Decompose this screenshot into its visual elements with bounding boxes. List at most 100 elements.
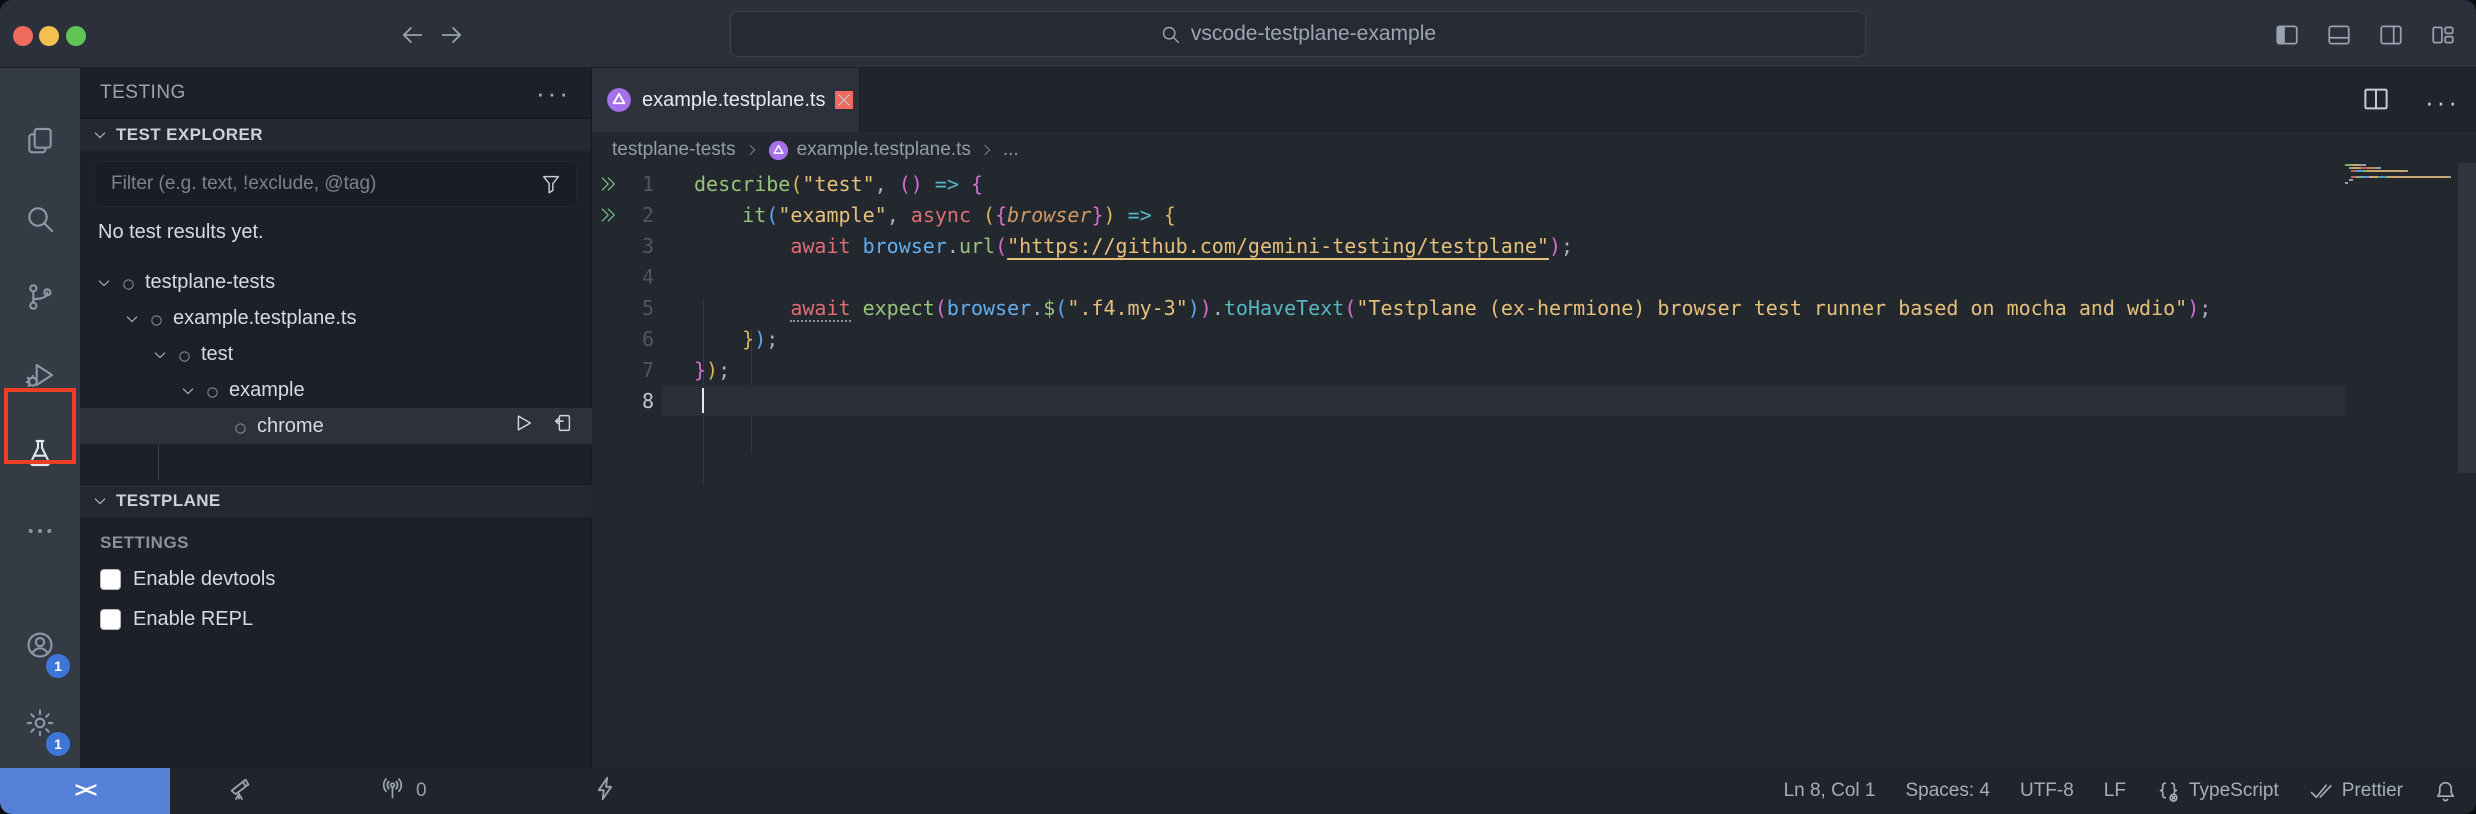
activity-item-source-control[interactable] <box>0 260 80 338</box>
tree-item-test[interactable]: test <box>80 336 592 372</box>
close-icon[interactable] <box>835 91 853 109</box>
code-area[interactable]: 1describe("test", () => {2 it("example",… <box>592 168 2476 768</box>
chevron-right-icon <box>744 142 760 158</box>
toggle-panel-icon[interactable] <box>2324 22 2354 48</box>
tree-item-label: test <box>201 343 233 366</box>
tab-bar: example.testplane.ts ··· <box>592 68 2476 132</box>
bell-icon <box>2433 779 2458 804</box>
activity-item-search[interactable] <box>0 182 80 260</box>
activity-item-accounts[interactable]: 1 <box>0 608 80 686</box>
status-ln-8-col-1[interactable]: Ln 8, Col 1 <box>1784 780 1876 802</box>
checkbox-unchecked[interactable] <box>100 609 121 630</box>
pane-more-icon[interactable]: ··· <box>536 88 571 98</box>
activity-item-settings[interactable]: 1 <box>0 686 80 764</box>
line-number: 4 <box>618 265 654 289</box>
activity-item-testing[interactable] <box>0 416 80 494</box>
code-line-2[interactable]: 2 it("example", async ({browser}) => { <box>592 199 2476 230</box>
layout-controls <box>2272 22 2458 48</box>
vscode-window: vscode-testplane-example 11 TESTING ··· … <box>0 0 2476 814</box>
tree-item-chrome[interactable]: chrome <box>80 408 592 444</box>
status-bar: >< 0 Ln 8, Col 1 Spaces: 4 UTF-8 LF TypeScri… <box>0 768 2476 814</box>
activity-item-explorer[interactable] <box>0 104 80 182</box>
setting-row: Enable devtools <box>100 565 592 593</box>
chevron-down-icon <box>92 127 108 143</box>
breadcrumb-item[interactable]: ... <box>1003 139 1019 161</box>
line-number: 8 <box>618 389 654 413</box>
breadcrumb-item[interactable]: example.testplane.ts <box>797 139 971 161</box>
tab-example-testplane-ts[interactable]: example.testplane.ts <box>592 68 860 132</box>
minimize-window-button[interactable] <box>39 26 59 46</box>
search-icon <box>24 203 56 240</box>
chevron-down-icon[interactable] <box>124 310 140 326</box>
code-text: describe("test", () => { <box>654 172 983 196</box>
source-control-icon <box>24 281 56 318</box>
settings-checkboxes: Enable devtoolsEnable REPL <box>80 565 592 633</box>
code-line-7[interactable]: 7}); <box>592 354 2476 385</box>
status-label: LF <box>2104 780 2126 802</box>
customize-layout-icon[interactable] <box>2428 22 2458 48</box>
run-test-icon[interactable] <box>512 412 534 440</box>
code-line-4[interactable]: 4 <box>592 261 2476 292</box>
remote-indicator[interactable]: >< <box>0 768 170 814</box>
status-typescript[interactable]: TypeScript <box>2156 779 2279 804</box>
status-bell[interactable] <box>2433 779 2458 804</box>
code-line-3[interactable]: 3 await browser.url("https://github.com/… <box>592 230 2476 261</box>
test-circle-icon <box>177 347 192 362</box>
magnifier-icon <box>1160 24 1181 45</box>
breadcrumb-item[interactable]: testplane-tests <box>612 139 736 161</box>
more-actions-icon[interactable]: ··· <box>2425 92 2460 112</box>
code-line-6[interactable]: 6 }); <box>592 323 2476 354</box>
status-zap[interactable] <box>592 768 619 814</box>
forward-arrow-icon[interactable] <box>438 21 466 49</box>
status-label: 0 <box>416 780 427 802</box>
sidebar-testing: TESTING ··· TEST EXPLORER No test result… <box>80 68 592 768</box>
activity-item-run-and-debug[interactable] <box>0 338 80 416</box>
chevron-down-icon[interactable] <box>180 382 196 398</box>
test-filter-box[interactable] <box>94 161 577 207</box>
toggle-secondary-sidebar-icon[interactable] <box>2376 22 2406 48</box>
status-telescope[interactable] <box>226 768 253 814</box>
scrollbar-slider[interactable] <box>2458 163 2476 473</box>
pane-title: TESTING <box>100 82 186 104</box>
chevron-down-icon[interactable] <box>96 274 112 290</box>
tree-item-testplane-tests[interactable]: testplane-tests <box>80 264 592 300</box>
chevron-down-icon[interactable] <box>152 346 168 362</box>
minimap[interactable] <box>2345 164 2458 185</box>
code-line-8[interactable]: 8 <box>592 385 2476 416</box>
line-number: 3 <box>618 234 654 258</box>
broadcast-icon <box>379 775 406 808</box>
run-test-gutter-icon[interactable] <box>592 174 618 194</box>
files-icon <box>24 125 56 162</box>
run-test-gutter-icon[interactable] <box>592 205 618 225</box>
section-testplane[interactable]: TESTPLANE <box>80 484 592 517</box>
status-spaces-4[interactable]: Spaces: 4 <box>1905 780 1990 802</box>
code-line-1[interactable]: 1describe("test", () => { <box>592 168 2476 199</box>
tree-item-label: testplane-tests <box>145 271 275 294</box>
status-utf-8[interactable]: UTF-8 <box>2020 780 2074 802</box>
zap-icon <box>592 775 619 808</box>
command-center-search[interactable]: vscode-testplane-example <box>730 11 1866 57</box>
close-window-button[interactable] <box>13 26 33 46</box>
status-broadcast[interactable]: 0 <box>379 768 427 814</box>
funnel-icon[interactable] <box>540 173 562 195</box>
test-circle-icon <box>149 311 164 326</box>
debug-icon <box>24 359 56 396</box>
tree-item-example[interactable]: example <box>80 372 592 408</box>
titlebar: vscode-testplane-example <box>0 0 2476 68</box>
activity-item-more-views[interactable] <box>0 494 80 572</box>
toggle-sidebar-icon[interactable] <box>2272 22 2302 48</box>
breadcrumb[interactable]: testplane-tests example.testplane.ts... <box>592 132 2476 168</box>
status-prettier[interactable]: Prettier <box>2309 779 2403 804</box>
back-arrow-icon[interactable] <box>398 21 426 49</box>
code-line-5[interactable]: 5 await expect(browser.$(".f4.my-3")).to… <box>592 292 2476 323</box>
zoom-window-button[interactable] <box>66 26 86 46</box>
section-test-explorer[interactable]: TEST EXPLORER <box>80 118 591 151</box>
telescope-icon <box>226 775 253 808</box>
status-lf[interactable]: LF <box>2104 780 2126 802</box>
checkbox-unchecked[interactable] <box>100 569 121 590</box>
test-filter-input[interactable] <box>109 172 540 196</box>
tree-item-example.testplane.ts[interactable]: example.testplane.ts <box>80 300 592 336</box>
test-circle-icon <box>233 419 248 434</box>
split-editor-icon[interactable] <box>2361 84 2391 119</box>
go-to-test-icon[interactable] <box>552 412 574 440</box>
